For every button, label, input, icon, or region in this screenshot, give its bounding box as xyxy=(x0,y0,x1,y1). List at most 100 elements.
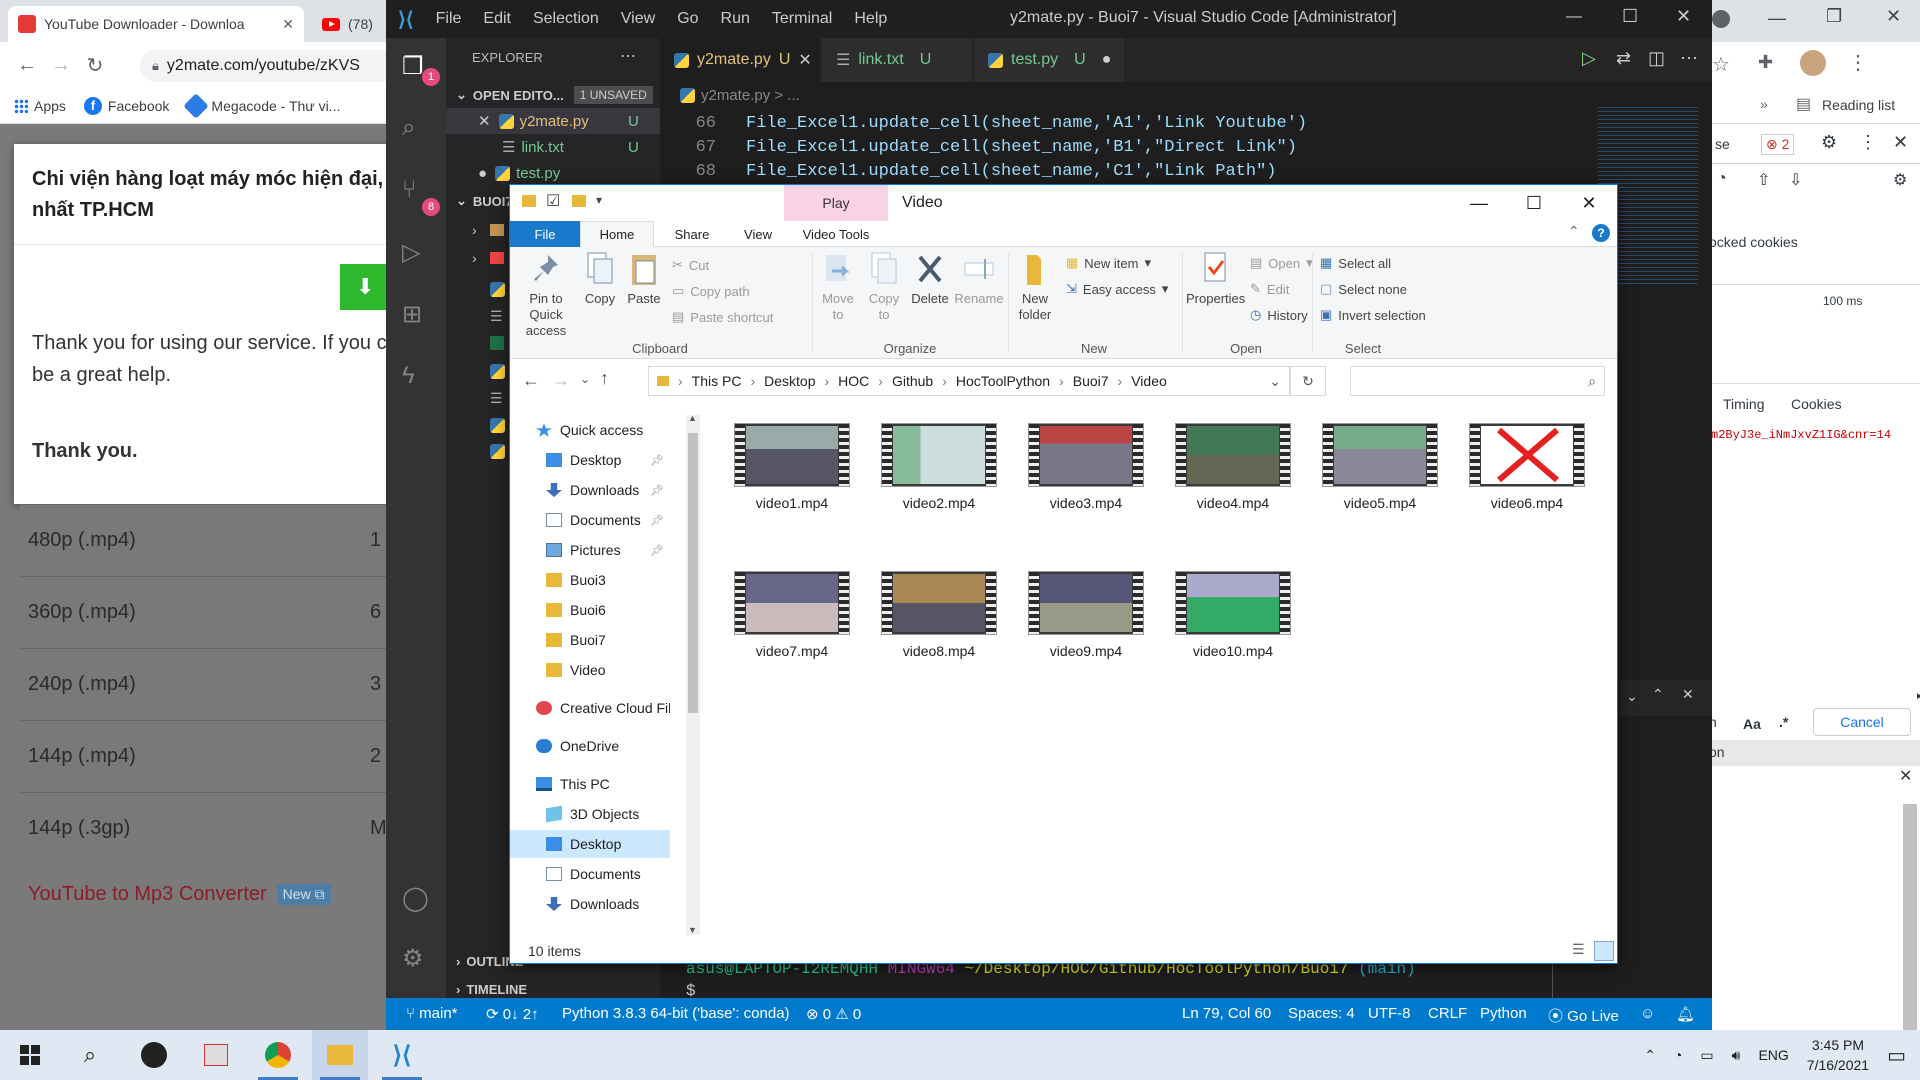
settings-gear-icon[interactable]: ⚙ xyxy=(1821,132,1837,153)
network-settings-icon[interactable]: ⚙ xyxy=(1893,170,1907,190)
wifi-throttle-icon[interactable]: ◔ xyxy=(1717,170,1727,188)
more-bookmarks-icon[interactable]: » xyxy=(1760,96,1768,112)
mp3-converter-link[interactable]: YouTube to Mp3 Converter xyxy=(28,883,267,906)
menu-help[interactable]: Help xyxy=(854,10,887,28)
devtools-tab[interactable]: se xyxy=(1715,136,1730,152)
copy-path-button[interactable]: ▭ Copy path xyxy=(672,283,750,299)
paste-button[interactable]: Paste xyxy=(624,251,664,307)
volume-icon[interactable]: 🔊︎ xyxy=(1732,1047,1741,1064)
new-folder-quick-icon[interactable] xyxy=(572,195,586,207)
nav-item-documents[interactable]: Documents xyxy=(510,860,670,888)
timing-tab[interactable]: Timing xyxy=(1723,396,1765,412)
forward-icon[interactable]: → xyxy=(44,48,78,82)
tab-y2mate[interactable]: y2mate.py U ✕ xyxy=(660,38,820,82)
code-line[interactable]: 66 File_Excel1.update_cell(sheet_name,'A1… xyxy=(660,114,1560,138)
reading-list-link[interactable]: Reading list xyxy=(1822,97,1895,113)
scroll-down-icon[interactable]: ▼ xyxy=(688,925,697,935)
menu-icon[interactable]: ⋮ xyxy=(1848,50,1868,75)
file-item[interactable]: video7.mp4 xyxy=(722,567,862,687)
maximize-icon[interactable]: ☐ xyxy=(1505,185,1563,221)
python-interpreter[interactable]: Python 3.8.3 64-bit ('base': conda) xyxy=(562,1005,790,1022)
menu-terminal[interactable]: Terminal xyxy=(772,10,832,28)
help-icon[interactable]: ? xyxy=(1592,224,1610,242)
breadcrumb-video[interactable]: Video xyxy=(1131,373,1167,389)
file-item[interactable]: video5.mp4 xyxy=(1310,419,1450,539)
taskbar-app-vscode[interactable]: ⟩⟨ xyxy=(374,1030,430,1080)
tab-search-icon[interactable] xyxy=(1712,10,1730,28)
close-tab-icon[interactable]: ✕ xyxy=(798,50,811,70)
taskbar-app-nox[interactable] xyxy=(126,1030,182,1080)
breadcrumb-address-bar[interactable]: › This PC › Desktop › HOC › Github › HocTool… xyxy=(648,366,1290,396)
pin-icon[interactable]: 📌︎ xyxy=(650,454,664,467)
blocked-cookies-label[interactable]: ocked cookies xyxy=(1709,234,1798,250)
live-share-icon[interactable]: ϟ xyxy=(402,362,430,390)
go-live-button[interactable]: ⦿ Go Live xyxy=(1548,1005,1619,1026)
delete-button[interactable]: Delete xyxy=(908,251,952,307)
breadcrumb-buoi7[interactable]: Buoi7 xyxy=(1073,373,1109,389)
more-icon[interactable]: ⋮ xyxy=(1859,132,1877,153)
minimize-icon[interactable]: — xyxy=(1450,185,1508,221)
breadcrumb-this-pc[interactable]: This PC xyxy=(692,373,742,389)
properties-quick-icon[interactable]: ☑ xyxy=(546,191,560,211)
code-line[interactable]: 68 File_Excel1.update_cell(sheet_name,'C1… xyxy=(660,162,1560,186)
show-hidden-icons-icon[interactable]: ⌃ xyxy=(1644,1047,1656,1064)
select-all-button[interactable]: ▦ Select all xyxy=(1320,255,1391,271)
collapse-ribbon-icon[interactable]: ⌃ xyxy=(1568,223,1580,240)
quality-row[interactable]: 360p (.mp4) 6 xyxy=(20,576,390,648)
end-of-line[interactable]: CRLF xyxy=(1428,1005,1467,1022)
details-view-icon[interactable]: ☰ xyxy=(1572,941,1585,958)
maximize-icon[interactable]: ❐ xyxy=(1826,6,1842,27)
paste-shortcut-button[interactable]: ▤ Paste shortcut xyxy=(672,309,773,325)
history-button[interactable]: ◷ History xyxy=(1250,307,1308,323)
nav-item-buoi7[interactable]: Buoi7 xyxy=(510,626,670,654)
forward-icon[interactable]: → xyxy=(552,370,570,391)
close-icon[interactable]: ✕ xyxy=(1886,6,1901,27)
pin-icon[interactable]: 📌︎ xyxy=(650,484,664,497)
close-tab-icon[interactable]: ✕ xyxy=(282,16,294,33)
extensions-icon[interactable]: ⊞ xyxy=(402,300,430,328)
cancel-button[interactable]: Cancel xyxy=(1813,708,1911,736)
scroll-up-icon[interactable]: ▲ xyxy=(688,413,697,423)
new-item-button[interactable]: ▦ New item ▾ xyxy=(1066,255,1151,271)
bookmark-megacode[interactable]: Megacode - Thư vi... xyxy=(183,92,340,119)
error-counter[interactable]: ⊗ 2 xyxy=(1761,134,1795,155)
quality-row[interactable]: 480p (.mp4) 1 xyxy=(20,504,390,576)
chevron-right-icon[interactable]: › xyxy=(472,250,477,266)
file-item[interactable]: video6.mp4 xyxy=(1457,419,1597,539)
file-item[interactable]: video10.mp4 xyxy=(1163,567,1303,687)
pin-icon[interactable]: 📌︎ xyxy=(650,514,664,527)
search-input[interactable]: ⌕ xyxy=(1350,366,1605,396)
breadcrumb-hoc[interactable]: HOC xyxy=(838,373,869,389)
easy-access-button[interactable]: ⇲ Easy access ▾ xyxy=(1066,281,1168,297)
close-icon[interactable]: ✕ xyxy=(1560,185,1618,221)
search-icon[interactable]: ⌕ xyxy=(402,114,430,142)
bookmark-apps[interactable]: Apps xyxy=(14,98,66,114)
input-language[interactable]: ENG xyxy=(1758,1047,1788,1063)
nav-item-onedrive[interactable]: OneDrive xyxy=(510,732,670,760)
nav-scroll-thumb[interactable] xyxy=(688,433,698,713)
reload-icon[interactable]: ↻ xyxy=(78,48,112,82)
file-item[interactable]: video4.mp4 xyxy=(1163,419,1303,539)
invert-selection-button[interactable]: ▣ Invert selection xyxy=(1320,307,1426,323)
language-mode[interactable]: Python xyxy=(1480,1005,1527,1022)
nav-item-downloads[interactable]: Downloads xyxy=(510,890,670,918)
nav-item-buoi6[interactable]: Buoi6 xyxy=(510,596,670,624)
file-item[interactable]: video2.mp4 xyxy=(869,419,1009,539)
pin-quick-access-button[interactable]: Pin to Quick access xyxy=(514,251,578,339)
accounts-icon[interactable]: ◯ xyxy=(402,884,430,912)
more-actions-icon[interactable]: ⋯ xyxy=(1680,48,1698,69)
pin-icon[interactable]: 📌︎ xyxy=(650,544,664,557)
nav-item-buoi3[interactable]: Buoi3 xyxy=(510,566,670,594)
maximize-icon[interactable]: ☐ xyxy=(1622,6,1638,27)
rename-button[interactable]: Rename xyxy=(954,251,1004,307)
nav-item-creative-cloud-files[interactable]: Creative Cloud Files xyxy=(510,694,670,722)
edit-button[interactable]: ✎ Edit xyxy=(1250,281,1289,297)
nav-item-desktop[interactable]: Desktop xyxy=(510,830,670,858)
download-har-icon[interactable]: ⇩ xyxy=(1789,170,1802,190)
move-to-button[interactable]: Move to xyxy=(816,251,860,323)
nav-item-documents[interactable]: Documents 📌︎ xyxy=(510,506,670,534)
manage-gear-icon[interactable]: ⚙ xyxy=(402,944,430,972)
problems-indicator[interactable]: ⊗ 0 ⚠ 0 xyxy=(806,1005,861,1023)
bookmark-facebook[interactable]: f Facebook xyxy=(83,96,169,115)
up-icon[interactable]: ↑ xyxy=(600,368,609,389)
